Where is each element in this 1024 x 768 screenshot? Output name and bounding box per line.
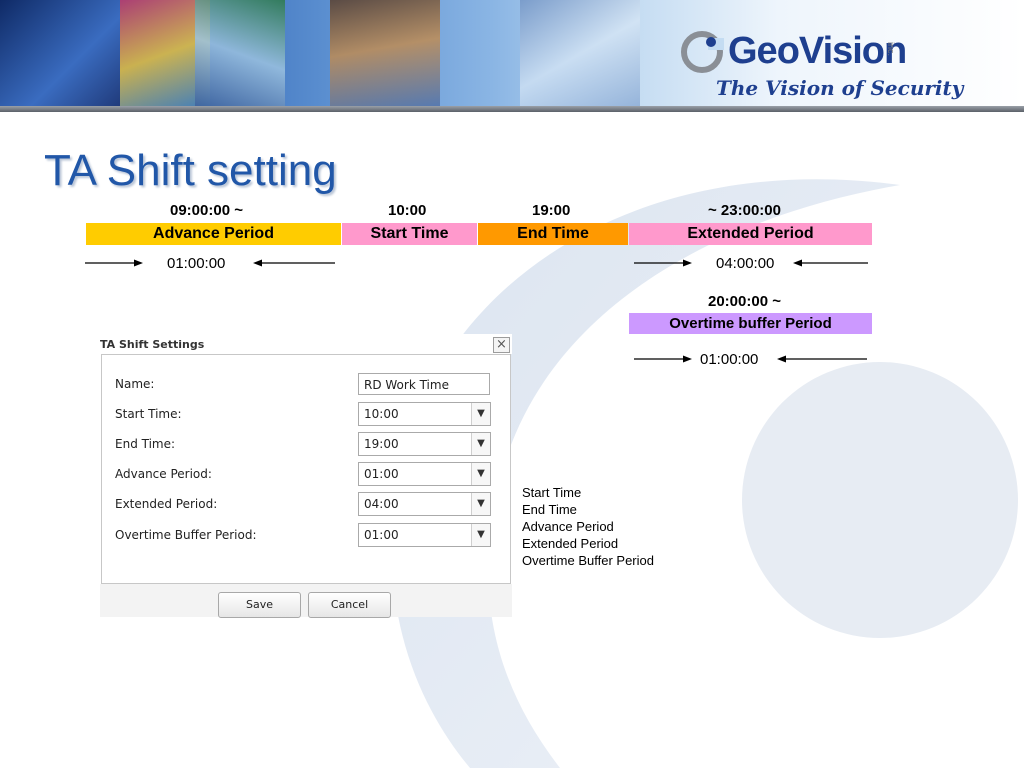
dialog-title: TA Shift Settings: [100, 338, 205, 351]
name-input[interactable]: RD Work Time: [358, 373, 490, 395]
overtime-buffer-select[interactable]: 01:00 ▼: [358, 523, 491, 547]
label-end-time: 19:00: [532, 202, 571, 219]
header-banner: GeoVision inc. The Vision of Security: [0, 0, 1024, 110]
bar-overtime-buffer: Overtime buffer Period: [629, 313, 872, 334]
start-time-select[interactable]: 10:00 ▼: [358, 402, 491, 426]
start-time-label: Start Time:: [115, 407, 182, 421]
end-time-select[interactable]: 19:00 ▼: [358, 432, 491, 456]
chevron-down-icon[interactable]: ▼: [471, 524, 490, 546]
label-overtime-start: 20:00:00 ~: [708, 293, 781, 310]
right-arrow-icon: [634, 355, 692, 363]
end-time-label: End Time:: [115, 437, 176, 451]
advance-period-select[interactable]: 01:00 ▼: [358, 462, 491, 486]
left-arrow-icon: [777, 355, 867, 363]
overtime-buffer-label: Overtime Buffer Period:: [115, 528, 257, 542]
advance-period-value: 01:00: [364, 467, 399, 481]
banner-divider: [0, 106, 1024, 112]
extended-duration: 04:00:00: [716, 255, 775, 272]
bar-extended-period: Extended Period: [629, 223, 872, 245]
ta-shift-settings-dialog: TA Shift Settings × Name: RD Work Time S…: [100, 334, 512, 618]
label-start-range: 09:00:00 ~: [170, 202, 243, 219]
dialog-footer: [100, 584, 512, 617]
label-end-range: ~ 23:00:00: [708, 202, 781, 219]
right-arrow-icon: [634, 259, 692, 267]
save-button[interactable]: Save: [218, 592, 301, 618]
slide-title: TA Shift setting: [44, 146, 337, 195]
chevron-down-icon[interactable]: ▼: [471, 403, 490, 425]
start-time-value: 10:00: [364, 407, 399, 421]
brand-inc: inc.: [886, 42, 896, 57]
bar-advance-period: Advance Period: [86, 223, 341, 245]
cancel-button[interactable]: Cancel: [308, 592, 391, 618]
bar-end-time: End Time: [478, 223, 628, 245]
list-item: Start Time: [522, 485, 582, 500]
left-arrow-icon: [253, 259, 335, 267]
brand-name: GeoVision: [728, 30, 907, 72]
overtime-duration: 01:00:00: [700, 351, 759, 368]
chevron-down-icon[interactable]: ▼: [471, 493, 490, 515]
chevron-down-icon[interactable]: ▼: [471, 433, 490, 455]
list-item: Advance Period: [522, 519, 614, 534]
extended-period-select[interactable]: 04:00 ▼: [358, 492, 491, 516]
advance-period-label: Advance Period:: [115, 467, 212, 481]
label-start-time: 10:00: [388, 202, 427, 219]
bar-start-time: Start Time: [342, 223, 477, 245]
extended-period-value: 04:00: [364, 497, 399, 511]
advance-duration: 01:00:00: [167, 255, 226, 272]
name-label: Name:: [115, 377, 155, 391]
left-arrow-icon: [793, 259, 868, 267]
chevron-down-icon[interactable]: ▼: [471, 463, 490, 485]
overtime-buffer-value: 01:00: [364, 528, 399, 542]
field-notes-list: Start Time End Time Advance Period Exten…: [522, 484, 654, 569]
logo-mark-icon: [681, 31, 724, 73]
right-arrow-icon: [85, 259, 143, 267]
brand-tagline: The Vision of Security: [716, 76, 964, 100]
extended-period-label: Extended Period:: [115, 497, 218, 511]
list-item: Overtime Buffer Period: [522, 553, 654, 568]
geovision-logo: GeoVision inc. The Vision of Security: [680, 26, 980, 106]
dialog-body: Name: RD Work Time Start Time: 10:00 ▼ E…: [101, 354, 511, 584]
list-item: Extended Period: [522, 536, 619, 551]
list-item: End Time: [522, 502, 577, 517]
end-time-value: 19:00: [364, 437, 399, 451]
close-icon[interactable]: ×: [493, 337, 510, 353]
dialog-header: TA Shift Settings ×: [100, 334, 512, 354]
